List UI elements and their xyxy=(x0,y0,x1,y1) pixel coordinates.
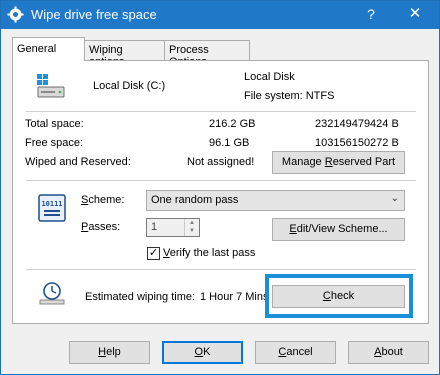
hard-drive-icon xyxy=(37,74,65,98)
button-text: bout xyxy=(381,346,403,358)
tab-general[interactable]: General xyxy=(12,37,85,61)
divider xyxy=(26,111,416,112)
chevron-down-icon: ⌄ xyxy=(390,193,399,204)
clock-icon xyxy=(39,282,65,305)
scheme-label: Scheme: xyxy=(81,194,124,206)
button-text: Manage xyxy=(281,156,325,168)
button-text: K xyxy=(203,346,211,358)
check-button[interactable]: Check xyxy=(272,285,405,308)
svg-text:10111: 10111 xyxy=(41,200,62,208)
binary-chip-icon: 10111 xyxy=(38,194,66,222)
button-text: heck xyxy=(330,290,355,302)
passes-label-text: asses: xyxy=(88,221,121,233)
button-accel: C xyxy=(322,290,331,302)
scheme-select[interactable]: One random pass ⌄ xyxy=(146,190,405,211)
button-text: elp xyxy=(106,346,121,358)
button-text: ancel xyxy=(286,346,313,358)
scheme-select-value: One random pass xyxy=(151,194,239,206)
verify-label-text: erify the last pass xyxy=(169,247,256,259)
verify-label-accel: V xyxy=(163,247,170,259)
total-space-label: Total space: xyxy=(25,118,84,130)
edit-view-scheme-button[interactable]: Edit/View Scheme... xyxy=(272,218,405,241)
wiped-reserved-value: Not assigned! xyxy=(187,156,255,168)
free-space-label: Free space: xyxy=(25,137,84,149)
cancel-button[interactable]: Cancel xyxy=(255,341,336,364)
passes-value: 1 xyxy=(151,221,158,233)
free-space-value: 96.1 GB xyxy=(209,137,250,149)
button-text: eserved Part xyxy=(332,156,396,168)
wipe-free-space-dialog: Wipe drive free space ? ✕ General Wiping… xyxy=(0,0,440,375)
drive-name: Local Disk (C:) xyxy=(93,80,166,92)
drive-type: Local Disk xyxy=(244,71,295,83)
button-accel: E xyxy=(289,223,297,235)
tab-process-options[interactable]: Process Options xyxy=(164,40,250,68)
tab-general-label: General xyxy=(17,43,57,55)
button-accel: O xyxy=(194,346,204,358)
close-button[interactable]: ✕ xyxy=(405,4,425,24)
total-space-bytes: 232149479424 B xyxy=(315,118,399,130)
about-button[interactable]: About xyxy=(348,341,429,364)
button-accel: H xyxy=(98,346,107,358)
tab-wiping-options[interactable]: Wiping options xyxy=(84,40,165,68)
help-button[interactable]: Help xyxy=(69,341,150,364)
verify-checkbox[interactable]: ✓ xyxy=(147,247,160,260)
passes-stepper[interactable]: 1 ▲ ▼ xyxy=(146,218,200,237)
scheme-label-text: cheme: xyxy=(88,194,125,206)
button-text: dit/View Scheme... xyxy=(296,223,388,235)
gear-icon xyxy=(7,6,24,23)
divider xyxy=(26,269,416,270)
manage-reserved-part-button[interactable]: Manage Reserved Part xyxy=(272,151,405,174)
estimated-time-value: 1 Hour 7 Mins xyxy=(200,291,269,303)
stepper-arrows-icon[interactable]: ▲ ▼ xyxy=(184,219,199,236)
button-accel: R xyxy=(324,156,333,168)
total-space-value: 216.2 GB xyxy=(209,118,256,130)
ok-button[interactable]: OK xyxy=(162,341,243,364)
wiped-reserved-label: Wiped and Reserved: xyxy=(25,156,131,168)
window-title: Wipe drive free space xyxy=(31,7,157,22)
drive-filesystem: File system: NTFS xyxy=(244,90,335,102)
divider xyxy=(26,180,416,181)
passes-label: Passes: xyxy=(81,221,120,233)
help-titlebar-button[interactable]: ? xyxy=(361,4,381,24)
title-bar[interactable]: Wipe drive free space ? ✕ xyxy=(1,1,439,29)
verify-label: Verify the last pass xyxy=(163,247,255,259)
free-space-bytes: 103156150272 B xyxy=(315,137,399,149)
estimated-time-label: Estimated wiping time: xyxy=(85,291,196,303)
